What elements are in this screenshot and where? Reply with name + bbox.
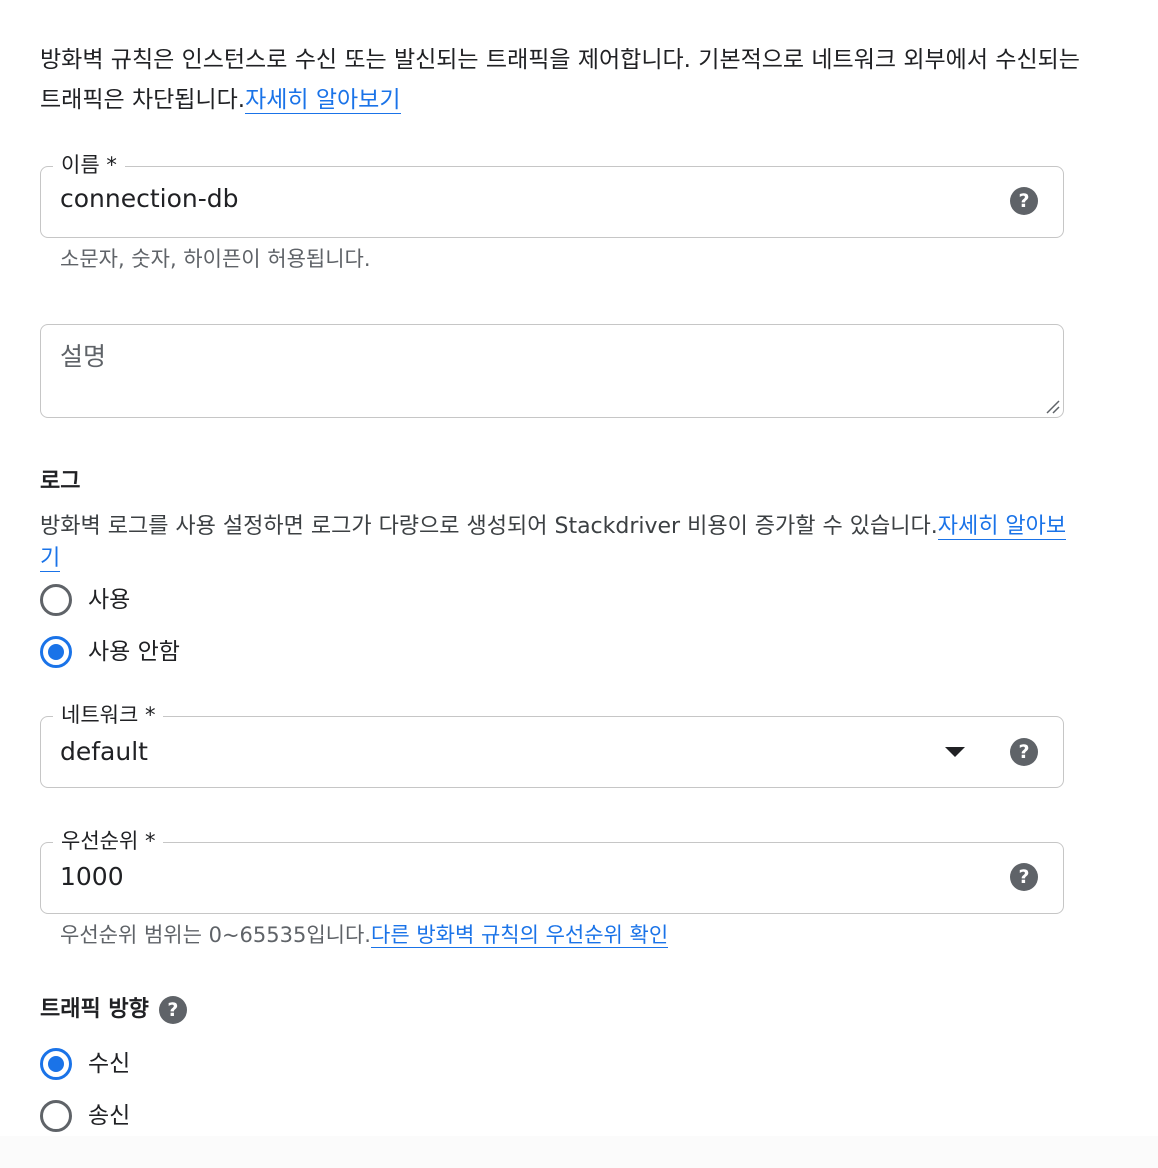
direction-ingress-label: 수신: [88, 1051, 131, 1077]
name-field-label: 이름 *: [53, 150, 125, 180]
logs-option-on-label: 사용: [88, 587, 131, 613]
traffic-direction-header: 트래픽 방향 ?: [40, 995, 187, 1025]
logs-option-off[interactable]: 사용 안함: [40, 635, 180, 669]
logs-option-on[interactable]: 사용: [40, 583, 130, 617]
logs-title: 로그: [40, 469, 81, 494]
direction-option-egress[interactable]: 송신: [40, 1099, 130, 1133]
intro-learn-more-link[interactable]: 자세히 알아보기: [245, 87, 401, 114]
logs-description: 방화벽 로그를 사용 설정하면 로그가 다량으로 생성되어 Stackdrive…: [40, 514, 938, 539]
name-field[interactable]: 이름 * connection-db ?: [40, 150, 1064, 238]
arrow-drop-down-icon[interactable]: [945, 747, 965, 757]
name-input[interactable]: connection-db: [60, 182, 239, 216]
direction-egress-label: 송신: [88, 1103, 131, 1129]
radio-checked-icon[interactable]: [40, 636, 72, 668]
direction-option-ingress[interactable]: 수신: [40, 1047, 130, 1081]
priority-field-label: 우선순위 *: [53, 826, 164, 856]
firewall-rule-form: 방화벽 규칙은 인스턴스로 수신 또는 발신되는 트래픽을 제어합니다. 기본적…: [0, 0, 1158, 1168]
network-select[interactable]: 네트워크 * default ?: [40, 700, 1064, 788]
priority-hint: 우선순위 범위는 0~65535입니다.다른 방화벽 규칙의 우선순위 확인: [60, 920, 669, 950]
logs-option-off-label: 사용 안함: [88, 639, 180, 665]
intro-text: 방화벽 규칙은 인스턴스로 수신 또는 발신되는 트래픽을 제어합니다. 기본적…: [40, 40, 1080, 120]
help-icon[interactable]: ?: [1010, 187, 1038, 215]
radio-unchecked-icon[interactable]: [40, 1100, 72, 1132]
help-icon[interactable]: ?: [1010, 863, 1038, 891]
network-value: default: [60, 737, 148, 766]
radio-unchecked-icon[interactable]: [40, 584, 72, 616]
traffic-direction-title: 트래픽 방향: [40, 997, 149, 1022]
help-icon[interactable]: ?: [158, 996, 187, 1024]
priority-check-link[interactable]: 다른 방화벽 규칙의 우선순위 확인: [371, 923, 669, 948]
bottom-divider: [0, 1136, 1158, 1168]
network-field-label: 네트워크 *: [53, 700, 164, 730]
priority-field[interactable]: 우선순위 * 1000 ?: [40, 826, 1064, 914]
priority-hint-text: 우선순위 범위는 0~65535입니다.: [60, 923, 371, 947]
radio-checked-icon[interactable]: [40, 1048, 72, 1080]
help-icon[interactable]: ?: [1010, 738, 1038, 766]
priority-input[interactable]: 1000: [60, 860, 124, 894]
name-hint: 소문자, 숫자, 하이픈이 허용됩니다.: [60, 247, 371, 271]
logs-description-block: 방화벽 로그를 사용 설정하면 로그가 다량으로 생성되어 Stackdrive…: [40, 511, 1070, 575]
description-field[interactable]: 설명: [40, 324, 1064, 418]
description-placeholder: 설명: [60, 342, 107, 371]
resize-grip-icon[interactable]: [1044, 398, 1060, 414]
intro-description: 방화벽 규칙은 인스턴스로 수신 또는 발신되는 트래픽을 제어합니다. 기본적…: [40, 47, 1080, 113]
